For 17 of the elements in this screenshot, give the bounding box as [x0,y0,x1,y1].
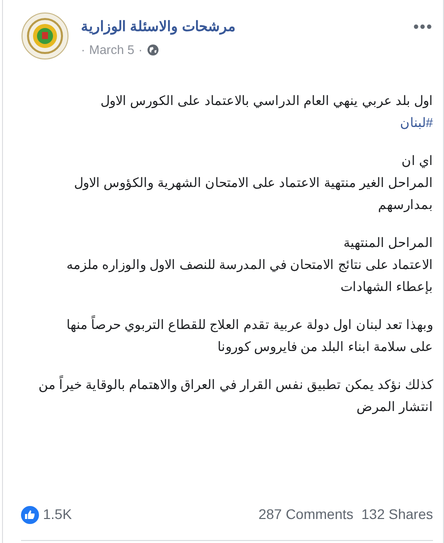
like-icon[interactable] [21,506,39,524]
globe-icon[interactable] [146,44,158,56]
more-options-button[interactable]: ••• [413,20,433,36]
separator-dot: · [138,42,142,59]
post-date[interactable]: March 5 [89,41,134,60]
logo-icon[interactable] [21,12,69,60]
post-text: وبهذا تعد لبنان اول دولة عربية تقدم العلاج للقطاع التربوي حرصاً منها على سلامة ابناء البلد من فايروس كورونا [65,314,433,356]
like-count[interactable]: 1.5K [43,504,72,525]
post-text: اي ان المراحل الغير منتهية الاعتماد على الامتحان الشهرية والكؤوس الاول بمدارسهم [73,152,433,214]
comments-link[interactable]: 287 Comments [258,504,354,525]
post-text: كذلك نؤكد يمكن تطبيق نفس القرار في العراق والاهتمام بالوقاية خيراً من انتشار المرض [37,374,433,416]
post-text: اول بلد عربي ينهي العام الدراسي بالاعتماد على الكورس الاول [99,92,433,110]
separator-dot: · [81,42,86,59]
hashtag-link[interactable]: #لبنان [400,115,433,130]
post-text: المراحل المنتهية الاعتماد على نتائج الامتحان في المدرسة للنصف الاول والوزاره ملزمه بإعطاء الشهادات [65,234,433,296]
shares-link[interactable]: 132 Shares [361,504,433,525]
author-name[interactable]: مرشحات والاسئلة الوزارية [81,16,406,37]
